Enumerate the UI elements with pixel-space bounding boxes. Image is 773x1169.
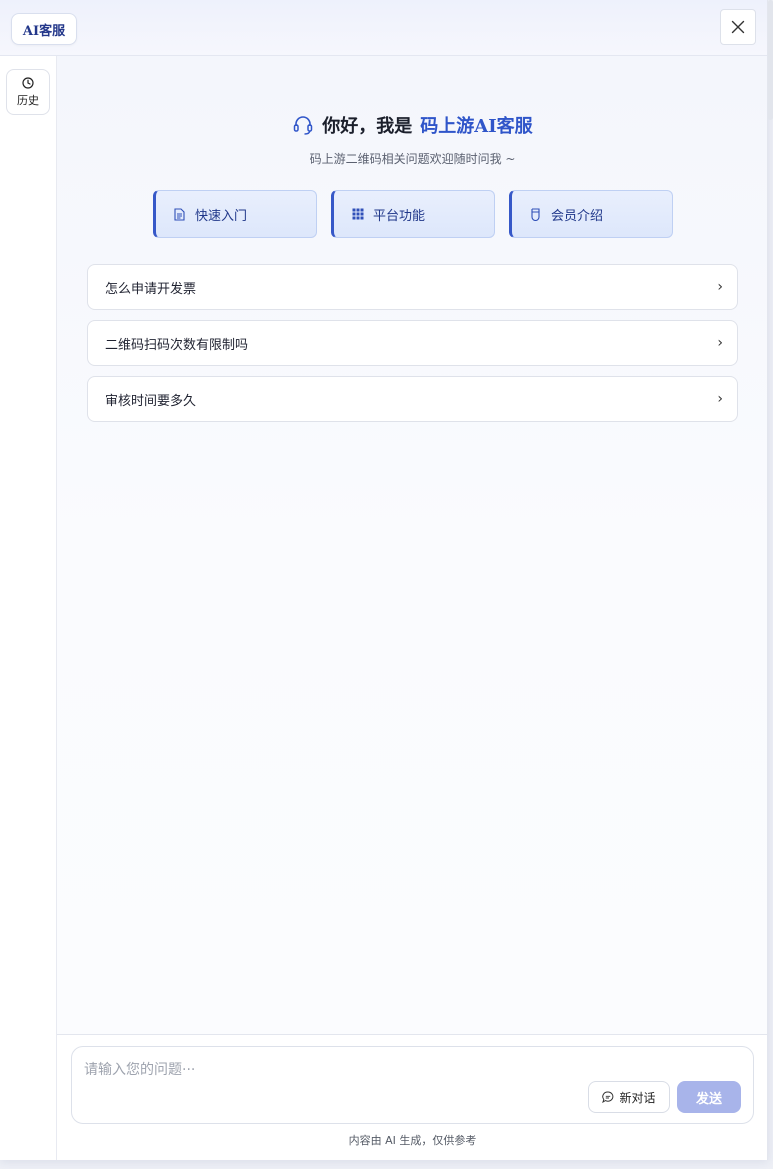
clock-icon — [22, 76, 34, 89]
chat-main: 你好，我是 码上游AI客服 码上游二维码相关问题欢迎随时问我 ~ 快速入门 平台… — [57, 56, 767, 1034]
brand-button[interactable]: AI客服 — [11, 13, 77, 45]
welcome-greeting: 你好，我是 码上游AI客服 — [57, 112, 767, 138]
close-icon — [731, 20, 745, 34]
new-chat-button[interactable]: 新对话 — [588, 1081, 670, 1113]
faq-question: 审核时间要多久 — [105, 393, 197, 409]
welcome-subtitle: 码上游二维码相关问题欢迎随时问我 ~ — [309, 152, 516, 166]
composer-area: 新对话 发送 内容由 AI 生成，仅供参考 — [57, 1034, 767, 1160]
chevron-right-icon: › — [717, 279, 723, 295]
sidebar: 历史 — [0, 56, 57, 1160]
quick-action-platform-features[interactable]: 平台功能 — [331, 190, 495, 238]
quick-action-label: 会员介绍 — [551, 208, 604, 224]
ai-disclaimer: 内容由 AI 生成，仅供参考 — [348, 1134, 477, 1147]
faq-question: 怎么申请开发票 — [105, 281, 197, 297]
quick-action-membership[interactable]: 会员介绍 — [509, 190, 673, 238]
send-button[interactable]: 发送 — [677, 1081, 741, 1113]
new-chat-label: 新对话 — [619, 1090, 656, 1105]
chat-panel: AI客服 历史 你好，我是 码上游AI客服 码上游二维码相关问题欢迎随时问我 ~… — [0, 0, 768, 1160]
close-button[interactable] — [720, 9, 756, 45]
send-label: 发送 — [695, 1091, 722, 1107]
history-button[interactable]: 历史 — [6, 69, 50, 115]
brand-label: AI客服 — [22, 23, 66, 39]
chat-bubble-icon — [602, 1091, 614, 1103]
grid-icon — [351, 208, 364, 221]
history-label: 历史 — [17, 93, 39, 107]
chevron-right-icon: › — [717, 391, 723, 407]
faq-item-invoice[interactable]: 怎么申请开发票 › — [87, 264, 738, 310]
badge-icon — [529, 207, 542, 221]
headset-icon — [294, 116, 313, 135]
faq-item-scan-limit[interactable]: 二维码扫码次数有限制吗 › — [87, 320, 738, 366]
faq-question: 二维码扫码次数有限制吗 — [105, 337, 249, 353]
question-input[interactable] — [84, 1059, 564, 1083]
header-bar: AI客服 — [0, 0, 767, 56]
quick-action-getting-started[interactable]: 快速入门 — [153, 190, 317, 238]
scrollbar[interactable] — [768, 0, 773, 120]
faq-item-review-time[interactable]: 审核时间要多久 › — [87, 376, 738, 422]
quick-action-label: 快速入门 — [195, 208, 248, 224]
chevron-right-icon: › — [717, 335, 723, 351]
greeting-name: 码上游AI客服 — [420, 116, 533, 137]
composer-box: 新对话 发送 — [71, 1046, 754, 1124]
quick-action-label: 平台功能 — [373, 208, 426, 224]
document-icon — [173, 207, 186, 221]
greeting-prefix: 你好，我是 — [322, 116, 413, 137]
